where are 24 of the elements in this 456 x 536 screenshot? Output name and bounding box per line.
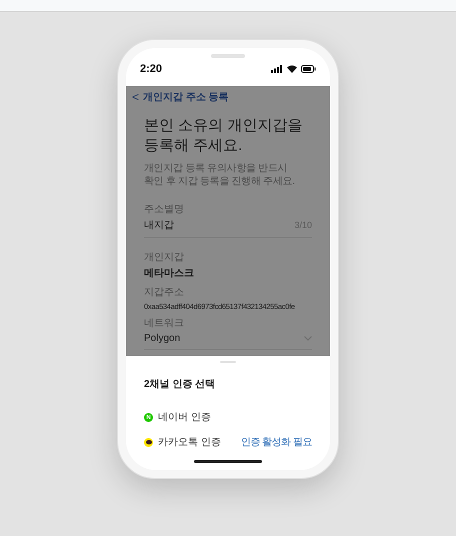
signal-icon — [271, 65, 283, 73]
chevron-down-icon — [304, 336, 312, 342]
battery-icon — [301, 65, 316, 73]
status-time: 2:20 — [140, 62, 162, 77]
page-title: 개인지갑 주소 등록 — [143, 90, 229, 104]
field-label: 주소별명 — [144, 203, 185, 217]
home-indicator — [194, 460, 262, 463]
subtitle: 개인지갑 등록 유의사항을 반드시 확인 후 지갑 등록을 진행해 주세요. — [144, 162, 296, 188]
network-dropdown[interactable]: Polygon — [144, 331, 312, 350]
field-label: 개인지갑 — [144, 251, 185, 265]
kakao-logo-icon — [144, 438, 153, 448]
wifi-icon — [287, 65, 297, 73]
option-label: 네이버 인증 — [158, 411, 211, 426]
dropdown-value: Polygon — [144, 332, 180, 346]
field-label: 네트워크 — [144, 317, 185, 332]
sheet-title: 2채널 인증 선택 — [143, 378, 216, 392]
heading: 본인 소유의 개인지갑을 등록해 주세요. — [144, 116, 304, 156]
field-value: 메타마스크 — [144, 267, 195, 281]
activation-link[interactable]: 인증 활성화 필요 — [240, 435, 312, 450]
back-button[interactable]: < — [132, 91, 140, 103]
field-label: 지갑주소 — [144, 286, 185, 300]
auth-option[interactable]: 카카오톡 인증 인증 활성화 필요 — [144, 435, 312, 450]
field-value: 내지갑 — [144, 219, 174, 233]
option-label: 카카오톡 인증 — [158, 436, 221, 450]
